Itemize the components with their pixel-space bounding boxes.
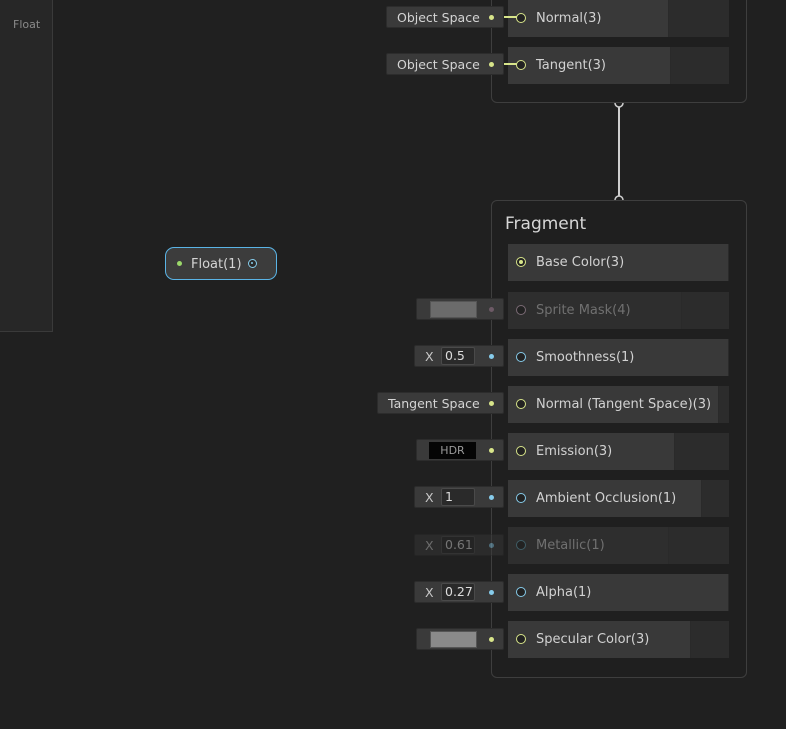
value-input[interactable]: 0.61 [441, 536, 475, 554]
slot-label: Base Color(3) [536, 255, 625, 270]
float-property-label: Float [13, 18, 41, 31]
port-icon[interactable] [516, 587, 526, 597]
slot-label: Alpha(1) [536, 585, 592, 600]
dropdown-value: Object Space [397, 10, 480, 25]
slot-label: Ambient Occlusion(1) [536, 491, 677, 506]
axis-label: X [425, 349, 434, 364]
normal-space-dropdown-fragment[interactable]: Tangent Space [377, 392, 504, 414]
slot-end-cap [682, 292, 729, 329]
slot-end-cap [691, 621, 729, 658]
fragment-block-title: Fragment [505, 214, 587, 234]
fragment-slot-sprite-mask[interactable]: Sprite Mask(4) [508, 292, 682, 329]
ambient-occlusion-float-field[interactable]: X 1 [414, 486, 504, 508]
slot-end-cap [671, 47, 729, 84]
vertex-slot-tangent[interactable]: Tangent(3) [508, 47, 671, 84]
color-swatch[interactable] [430, 301, 477, 318]
dropdown-value: Object Space [397, 57, 480, 72]
inline-port-dot [489, 495, 494, 500]
connected-dot [519, 260, 523, 264]
inline-port-dot [489, 590, 494, 595]
slot-label: Normal (Tangent Space)(3) [536, 397, 712, 412]
inline-port-dot [489, 354, 494, 359]
float-property-panel[interactable]: Float [0, 0, 53, 332]
fragment-slot-base-color[interactable]: Base Color(3) [508, 244, 729, 281]
port-icon[interactable] [516, 352, 526, 362]
value-input[interactable]: 0.27 [441, 583, 475, 601]
metallic-float-field[interactable]: X 0.61 [414, 534, 504, 556]
value-input[interactable]: 0.5 [441, 347, 475, 365]
tangent-space-dropdown[interactable]: Object Space [386, 53, 504, 75]
color-swatch[interactable] [430, 631, 477, 648]
value-input[interactable]: 1 [441, 488, 475, 506]
float-property-node[interactable]: Float(1) [165, 247, 277, 280]
inline-port-dot [489, 15, 494, 20]
slot-end-cap [719, 386, 729, 423]
fragment-slot-normal-ts[interactable]: Normal (Tangent Space)(3) [508, 386, 719, 423]
normal-space-dropdown[interactable]: Object Space [386, 6, 504, 28]
specular-color-field[interactable] [416, 628, 504, 650]
inline-port-dot [489, 637, 494, 642]
slot-label: Sprite Mask(4) [536, 303, 631, 318]
axis-label: X [425, 585, 434, 600]
slot-end-cap [675, 433, 729, 470]
float-node-label: Float(1) [191, 257, 242, 272]
inline-port-dot [489, 62, 494, 67]
port-icon[interactable] [516, 446, 526, 456]
inline-port-dot [489, 401, 494, 406]
slot-label: Emission(3) [536, 444, 613, 459]
fragment-slot-ambient-occlusion[interactable]: Ambient Occlusion(1) [508, 480, 702, 517]
slot-end-cap [669, 527, 729, 564]
smoothness-float-field[interactable]: X 0.5 [414, 345, 504, 367]
slot-label: Specular Color(3) [536, 632, 650, 647]
inline-port-dot [489, 543, 494, 548]
port-icon[interactable] [516, 399, 526, 409]
hdr-swatch[interactable]: HDR [429, 442, 476, 459]
dropdown-value: Tangent Space [388, 396, 480, 411]
slot-label: Metallic(1) [536, 538, 605, 553]
slot-label: Smoothness(1) [536, 350, 635, 365]
port-icon[interactable] [516, 60, 526, 70]
slot-end-cap [669, 0, 729, 37]
sprite-mask-color-field[interactable] [416, 298, 504, 320]
emission-hdr-color-field[interactable]: HDR [416, 439, 504, 461]
port-icon[interactable] [516, 493, 526, 503]
fragment-slot-smoothness[interactable]: Smoothness(1) [508, 339, 729, 376]
slot-end-cap [702, 480, 729, 517]
port-icon[interactable] [516, 634, 526, 644]
inline-port-dot [489, 307, 494, 312]
slot-label: Normal(3) [536, 11, 602, 26]
port-icon[interactable] [516, 305, 526, 315]
axis-label: X [425, 490, 434, 505]
output-port-icon[interactable] [248, 259, 257, 268]
fragment-slot-emission[interactable]: Emission(3) [508, 433, 675, 470]
alpha-float-field[interactable]: X 0.27 [414, 581, 504, 603]
port-icon[interactable] [516, 540, 526, 550]
fragment-slot-metallic[interactable]: Metallic(1) [508, 527, 669, 564]
vertex-slot-normal[interactable]: Normal(3) [508, 0, 669, 37]
fragment-slot-specular-color[interactable]: Specular Color(3) [508, 621, 691, 658]
node-status-dot [177, 261, 182, 266]
axis-label: X [425, 538, 434, 553]
slot-label: Tangent(3) [536, 58, 606, 73]
fragment-slot-alpha[interactable]: Alpha(1) [508, 574, 729, 611]
inline-port-dot [489, 448, 494, 453]
port-icon[interactable] [516, 13, 526, 23]
